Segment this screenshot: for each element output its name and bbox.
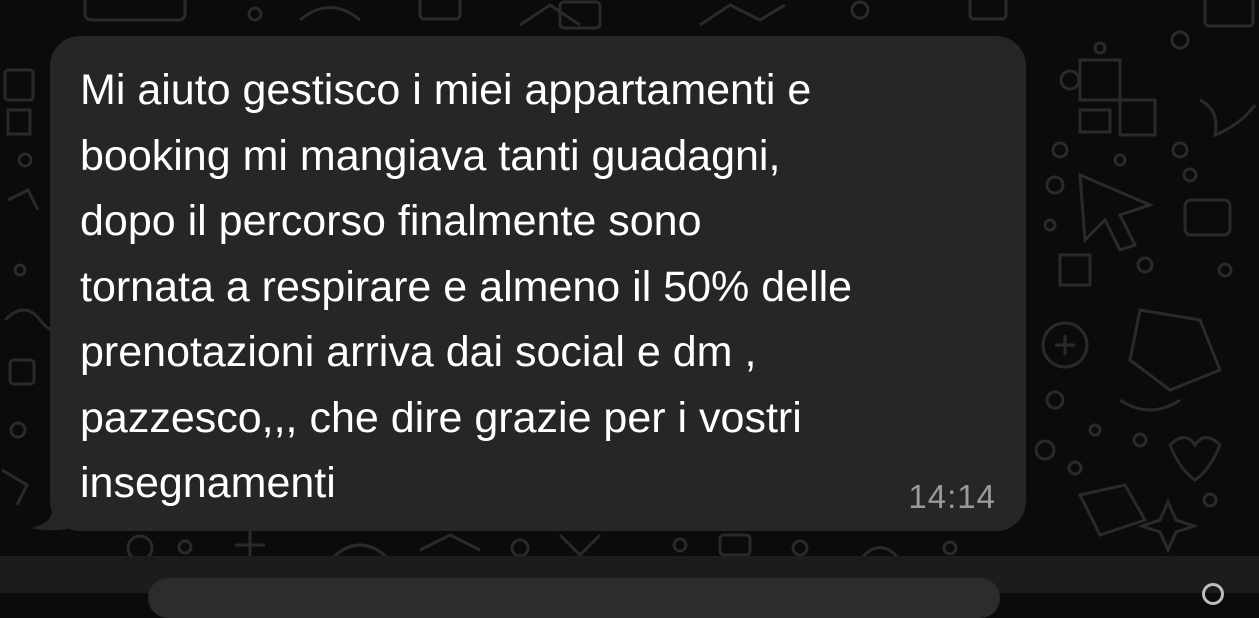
message-line: Mi aiuto gestisco i miei appartamenti e [80,66,812,114]
message-line: pazzesco,,, che dire grazie per i vostri [80,393,802,442]
message-timestamp: 14:14 [908,478,996,515]
message-line: insegnamenti [80,459,336,507]
message-line: dopo il percorso finalmente sono [80,197,702,245]
message-line: booking mi mangiava tanti guadagni, [80,131,781,180]
message-input-field[interactable] [148,578,1000,618]
message-text: Mi aiuto gestisco i miei appartamenti e … [80,58,1010,517]
composer-icon[interactable] [1202,583,1224,605]
message-line: prenotazioni arriva dai social e dm , [80,328,757,376]
message-line: tornata a respirare e almeno il 50% dell… [80,262,853,311]
